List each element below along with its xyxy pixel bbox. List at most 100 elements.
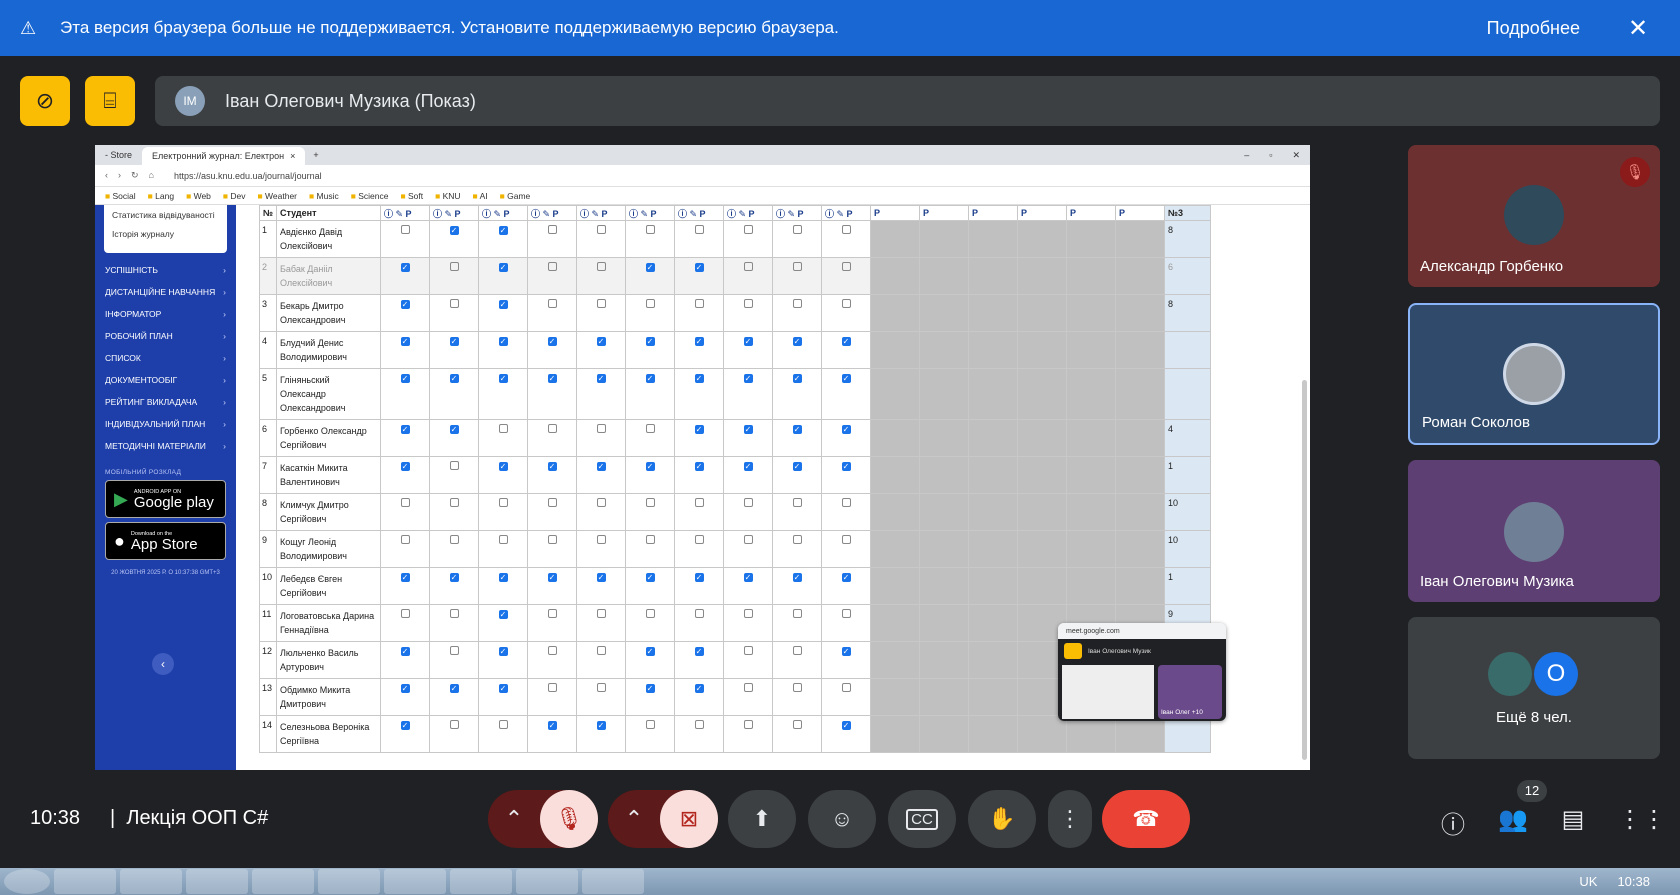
attendance-checkbox[interactable]: ✓ [743,425,753,434]
bookmark[interactable]: Game [500,191,530,201]
attendance-checkbox[interactable]: ✓ [841,425,851,434]
attendance-checkbox[interactable]: ✓ [841,721,851,730]
score-cell[interactable] [1164,368,1211,420]
attendance-checkbox[interactable]: ✓ [400,337,410,346]
attendance-checkbox[interactable]: ✓ [792,573,802,582]
attendance-checkbox[interactable]: ✓ [547,462,557,471]
score-cell[interactable]: 6 [1164,257,1211,295]
attendance-checkbox[interactable] [792,299,802,308]
activities-icon[interactable]: ⋮⋮ [1618,805,1666,835]
attendance-checkbox[interactable]: ✓ [645,462,655,471]
attendance-checkbox[interactable] [841,262,851,271]
score-cell[interactable] [1164,331,1211,369]
tab-journal[interactable]: Електронний журнал: Електрон × [142,147,306,165]
attendance-checkbox[interactable] [743,535,753,544]
attendance-checkbox[interactable] [449,609,459,618]
attendance-checkbox[interactable] [792,683,802,692]
url-field[interactable]: https://asu.knu.edu.ua/journal/journal [164,171,1310,181]
attendance-checkbox[interactable] [841,225,851,234]
picture-in-picture-window[interactable]: meet.google.com Іван Олегович Музик Іван… [1058,623,1226,721]
attendance-checkbox[interactable] [694,225,704,234]
attendance-checkbox[interactable] [645,535,655,544]
sidebar-link-attendance-stats[interactable]: Статистика відвідуваності [112,209,219,222]
lesson-column-header[interactable]: P [968,205,1018,221]
score-cell[interactable]: 10 [1164,493,1211,531]
lesson-column-header[interactable]: P [1115,205,1165,221]
attendance-checkbox[interactable] [792,646,802,655]
info-icon[interactable]: ⓘ [1438,805,1468,839]
attendance-checkbox[interactable]: ✓ [498,226,508,235]
attendance-checkbox[interactable] [841,299,851,308]
lesson-column-header[interactable]: P [870,205,920,221]
attendance-checkbox[interactable]: ✓ [400,684,410,693]
attendance-checkbox[interactable] [645,609,655,618]
attendance-checkbox[interactable] [841,683,851,692]
attendance-checkbox[interactable]: ✓ [645,374,655,383]
attendance-checkbox[interactable]: ✓ [596,337,606,346]
score-cell[interactable] [1164,715,1211,753]
attendance-checkbox[interactable]: ✓ [547,374,557,383]
lesson-column-header[interactable]: ⓘ ✎ P [478,205,528,221]
captions-button[interactable]: CC [888,790,956,848]
attendance-checkbox[interactable]: ✓ [743,573,753,582]
mic-toggle-button[interactable]: 🎙 [540,790,598,848]
attendance-checkbox[interactable]: ✓ [498,684,508,693]
video-options-button[interactable]: ⌃ [608,790,660,848]
attendance-checkbox[interactable]: ✓ [400,374,410,383]
maximize-icon[interactable]: ▫ [1269,150,1272,161]
attendance-checkbox[interactable]: ✓ [841,462,851,471]
attendance-checkbox[interactable] [596,262,606,271]
attendance-checkbox[interactable]: ✓ [743,374,753,383]
attendance-checkbox[interactable]: ✓ [498,573,508,582]
taskbar-app[interactable] [516,869,578,894]
lesson-column-header[interactable]: ⓘ ✎ P [625,205,675,221]
close-icon[interactable]: ✕ [1624,14,1652,43]
attendance-checkbox[interactable]: ✓ [841,337,851,346]
attendance-checkbox[interactable] [792,535,802,544]
attendance-checkbox[interactable]: ✓ [400,573,410,582]
attendance-checkbox[interactable] [596,225,606,234]
attendance-checkbox[interactable]: ✓ [400,721,410,730]
attendance-checkbox[interactable] [400,609,410,618]
lesson-column-header[interactable]: ⓘ ✎ P [772,205,822,221]
attendance-checkbox[interactable]: ✓ [449,337,459,346]
lesson-column-header[interactable]: ⓘ ✎ P [723,205,773,221]
stop-presenting-button[interactable]: ⊘ [20,76,70,126]
attendance-checkbox[interactable]: ✓ [743,337,753,346]
attendance-checkbox[interactable]: ✓ [694,263,704,272]
taskbar-app[interactable] [582,869,644,894]
sidebar-item[interactable]: РЕЙТИНГ ВИКЛАДАЧА › [95,397,236,407]
attendance-checkbox[interactable] [743,225,753,234]
attendance-checkbox[interactable]: ✓ [792,462,802,471]
taskbar-app[interactable] [384,869,446,894]
attendance-checkbox[interactable]: ✓ [400,462,410,471]
lesson-column-header[interactable]: ⓘ ✎ P [674,205,724,221]
chat-icon[interactable]: ▤ [1558,805,1588,835]
attendance-checkbox[interactable]: ✓ [645,337,655,346]
bookmark[interactable]: Social [105,191,136,201]
attendance-checkbox[interactable] [596,609,606,618]
sidebar-item[interactable]: УСПІШНІСТЬ › [95,265,236,275]
people-icon[interactable]: 👥 [1498,805,1528,835]
attendance-checkbox[interactable] [449,498,459,507]
attendance-checkbox[interactable] [841,498,851,507]
attendance-checkbox[interactable]: ✓ [547,721,557,730]
attendance-checkbox[interactable] [596,683,606,692]
attendance-checkbox[interactable]: ✓ [645,684,655,693]
attendance-checkbox[interactable]: ✓ [645,573,655,582]
attendance-checkbox[interactable]: ✓ [596,462,606,471]
attendance-checkbox[interactable] [547,498,557,507]
attendance-checkbox[interactable] [841,535,851,544]
attendance-checkbox[interactable] [596,646,606,655]
app-store-badge[interactable]: ● Download on the App Store [105,522,226,560]
lesson-column-header[interactable]: ⓘ ✎ P [429,205,479,221]
forward-icon[interactable]: › [118,170,121,181]
attendance-checkbox[interactable]: ✓ [694,647,704,656]
new-tab-icon[interactable]: + [305,150,326,160]
lesson-column-header[interactable]: P [1017,205,1067,221]
taskbar-app[interactable] [252,869,314,894]
attendance-checkbox[interactable] [645,225,655,234]
attendance-checkbox[interactable] [645,299,655,308]
attendance-checkbox[interactable]: ✓ [449,374,459,383]
attendance-checkbox[interactable]: ✓ [694,374,704,383]
